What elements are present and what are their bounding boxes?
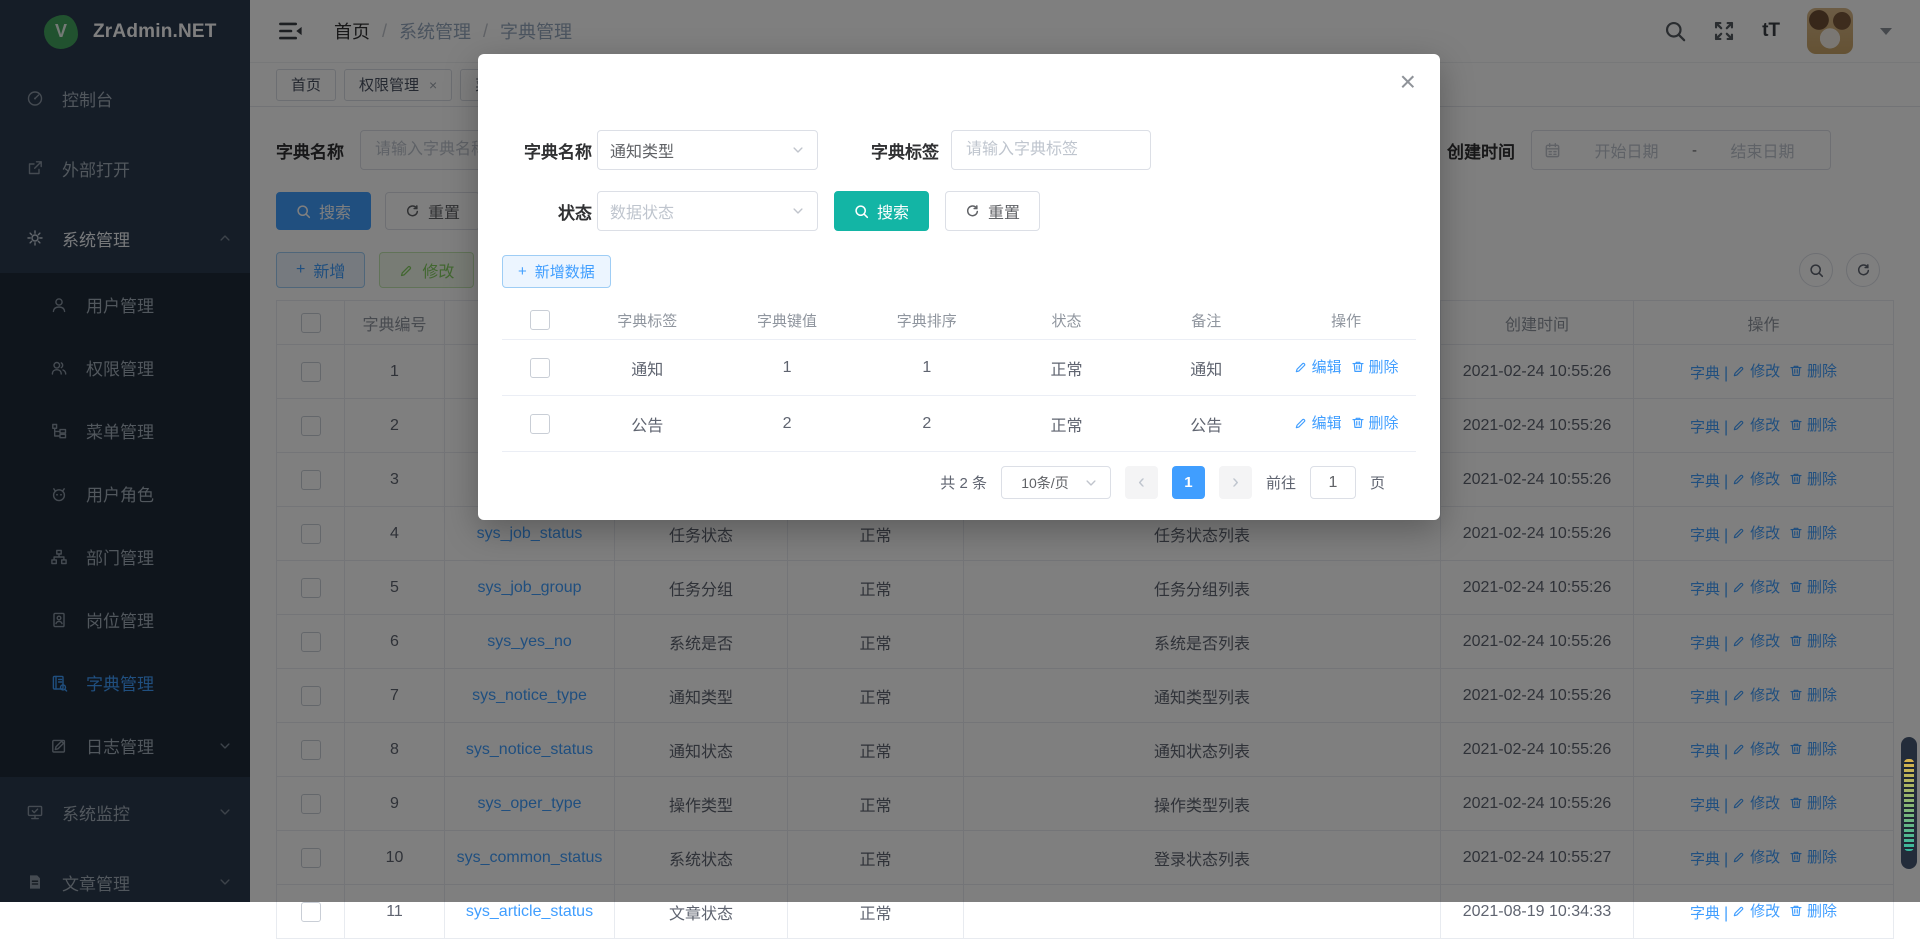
chevron-down-icon (791, 204, 805, 218)
col-字典标签: 字典标签 (577, 301, 717, 340)
cell-label: 公告 (577, 396, 717, 452)
cell-remark: 通知 (1136, 340, 1276, 396)
pencil-icon (1732, 904, 1746, 918)
page-size-value: 10条/页 (1014, 473, 1076, 493)
next-page-button[interactable]: › (1219, 466, 1252, 499)
page-unit-label: 页 (1370, 472, 1385, 493)
modal-dict-name-label: 字典名称 (505, 138, 592, 163)
close-icon[interactable]: × (1400, 68, 1416, 96)
cell-sort: 1 (857, 340, 997, 396)
modal-reset-label: 重置 (988, 199, 1020, 223)
row-checkbox[interactable] (530, 358, 550, 378)
chevron-down-icon (1084, 476, 1098, 490)
op-separator: | (1724, 905, 1728, 922)
delete-link[interactable]: 删除 (1789, 900, 1837, 921)
cell-ops: 编辑 删除 (1276, 396, 1416, 452)
delete-link[interactable]: 删除 (1351, 356, 1399, 377)
cell-ops: 编辑 删除 (1276, 340, 1416, 396)
goto-label: 前往 (1266, 472, 1296, 493)
modal-filter-row-1: 字典名称 通知类型 字典标签 (505, 130, 1151, 170)
cell-status: 正常 (997, 340, 1137, 396)
dict-data-table: 字典标签字典键值字典排序状态备注操作通知11正常通知编辑 删除公告22正常公告编… (502, 301, 1416, 452)
chevron-down-icon (791, 143, 805, 157)
dict-data-table-wrap: 字典标签字典键值字典排序状态备注操作通知11正常通知编辑 删除公告22正常公告编… (502, 301, 1416, 452)
status-select[interactable]: 数据状态 (597, 191, 818, 231)
modal-add-data-label: 新增数据 (535, 261, 595, 282)
dict-data-modal: × 字典名称 通知类型 字典标签 状态 数据状态 搜索 重置 + 新增数据 字典… (478, 54, 1440, 520)
modal-filter-row-2: 状态 数据状态 搜索 重置 (505, 191, 1040, 231)
row-checkbox[interactable] (530, 414, 550, 434)
col-备注: 备注 (1136, 301, 1276, 340)
modal-search-label: 搜索 (877, 199, 909, 223)
dict-name-select-value: 通知类型 (610, 138, 783, 162)
cell-sort: 2 (857, 396, 997, 452)
modal-search-button[interactable]: 搜索 (834, 191, 929, 231)
pencil-icon (1294, 360, 1308, 374)
table-row: 公告22正常公告编辑 删除 (502, 396, 1416, 452)
cell-value: 1 (717, 340, 857, 396)
edit-link[interactable]: 编辑 (1294, 356, 1342, 377)
delete-link[interactable]: 删除 (1351, 412, 1399, 433)
pencil-icon (1294, 416, 1308, 430)
table-header-row: 字典标签字典键值字典排序状态备注操作 (502, 301, 1416, 340)
col-字典键值: 字典键值 (717, 301, 857, 340)
cell-value: 2 (717, 396, 857, 452)
prev-page-button[interactable]: ‹ (1125, 466, 1158, 499)
scrollbar-thumb[interactable] (1904, 759, 1914, 851)
col-操作: 操作 (1276, 301, 1416, 340)
dict-name-select[interactable]: 通知类型 (597, 130, 818, 170)
modal-add-data-button[interactable]: + 新增数据 (502, 255, 611, 288)
table-row: 通知11正常通知编辑 删除 (502, 340, 1416, 396)
row-checkbox[interactable] (301, 902, 321, 922)
select-all-checkbox[interactable] (530, 310, 550, 330)
plus-icon: + (518, 263, 527, 280)
modal-dict-label-label: 字典标签 (851, 138, 939, 163)
col-字典排序: 字典排序 (857, 301, 997, 340)
edit-link[interactable]: 编辑 (1294, 412, 1342, 433)
page-scrollbar[interactable] (1901, 737, 1917, 869)
page-size-select[interactable]: 10条/页 (1001, 466, 1111, 499)
pagination: 共 2 条 10条/页 ‹ 1 › 前往 页 (940, 466, 1385, 499)
pagination-total: 共 2 条 (940, 472, 987, 493)
trash-icon (1351, 416, 1365, 430)
trash-icon (1789, 904, 1803, 918)
cell-status: 正常 (997, 396, 1137, 452)
dict-data-link[interactable]: 字典 (1690, 902, 1720, 923)
status-select-placeholder: 数据状态 (610, 199, 783, 223)
cell-label: 通知 (577, 340, 717, 396)
cell-remark: 公告 (1136, 396, 1276, 452)
refresh-icon (965, 204, 980, 219)
edit-link[interactable]: 修改 (1732, 900, 1780, 921)
magnifier-icon (854, 204, 869, 219)
goto-page-input[interactable] (1310, 466, 1356, 499)
dict-type-link[interactable]: sys_article_status (466, 903, 593, 920)
trash-icon (1351, 360, 1365, 374)
dict-label-input[interactable] (951, 130, 1151, 170)
modal-reset-button[interactable]: 重置 (945, 191, 1040, 231)
current-page-button[interactable]: 1 (1172, 466, 1205, 499)
col-状态: 状态 (997, 301, 1137, 340)
modal-status-label: 状态 (505, 199, 592, 224)
